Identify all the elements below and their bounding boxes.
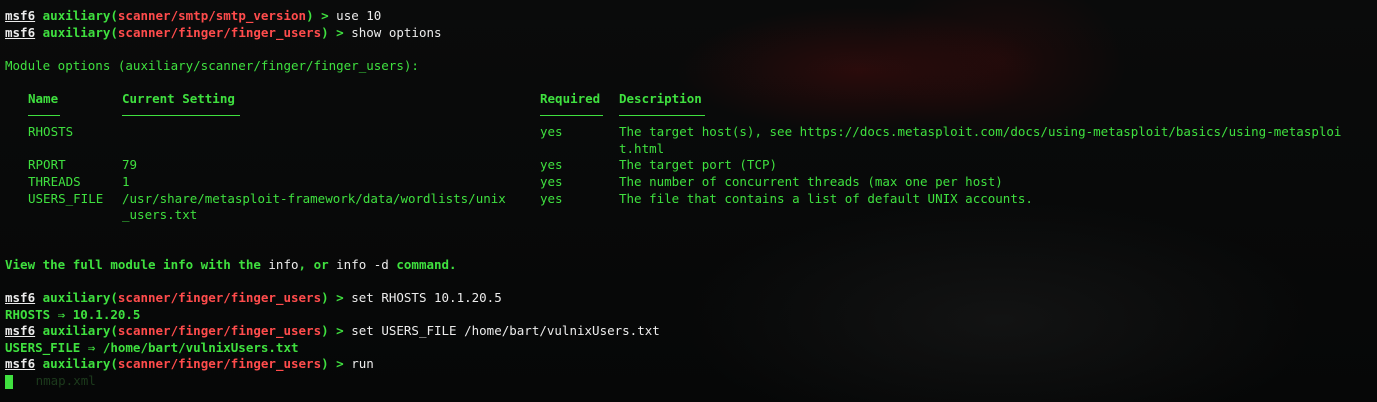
command-text: set USERS_FILE /home/bart/vulnixUsers.tx… [351,323,660,339]
output-line: USERS_FILE ⇒ /home/bart/vulnixUsers.txt [5,339,299,355]
option-setting [122,124,540,141]
table-row: RHOSTS yes The target host(s), see https… [28,124,1341,141]
info-d-keyword: info -d [336,256,389,272]
cursor-line[interactable]: nmap.xml [5,373,1377,390]
info-keyword: info [268,256,299,272]
prompt-line: msf6 auxiliary(scanner/finger/finger_use… [5,24,442,40]
module-path: scanner/finger/finger_users [117,290,322,306]
option-required: yes [540,190,563,206]
option-description: The target port (TCP) [619,157,778,173]
prompt-line: msf6 auxiliary(scanner/finger/finger_use… [5,323,660,339]
option-setting: /usr/share/metasploit-framework/data/wor… [122,190,506,206]
col-description-header: Description [619,90,702,106]
module-options-heading: Module options (auxiliary/scanner/finger… [5,57,419,73]
table-row: THREADS 1 yes The number of concurrent t… [28,174,1341,191]
command-text: run [351,356,374,372]
command-text: set RHOSTS 10.1.20.5 [351,290,502,306]
option-required: yes [540,157,563,173]
col-setting-header: Current Setting [122,90,235,106]
option-description-cont: t.html [619,140,665,156]
command-text: show options [351,24,442,40]
terminal-cursor[interactable] [5,374,13,389]
table-row-continuation: _users.txt [28,207,1341,224]
option-description: The target host(s), see https://docs.met… [619,124,1342,140]
option-name: RHOSTS [28,124,74,140]
option-required: yes [540,173,563,189]
prompt-line: msf6 auxiliary(scanner/finger/finger_use… [5,356,374,372]
option-setting: 79 [122,157,138,173]
option-name: RPORT [28,157,66,173]
prompt-line: msf6 auxiliary(scanner/smtp/smtp_version… [5,8,382,23]
option-setting-cont: _users.txt [122,207,198,223]
option-setting: 1 [122,173,130,189]
auxiliary-word: auxiliary [42,8,111,23]
options-table: Name Current Setting Required Descriptio… [28,91,1341,224]
module-path: scanner/finger/finger_users [117,24,322,40]
prompt-label: msf6 [5,8,36,23]
prompt-label: msf6 [5,24,36,40]
option-name: THREADS [28,173,81,189]
prompt-line: msf6 auxiliary(scanner/finger/finger_use… [5,290,502,306]
option-description: The file that contains a list of default… [619,190,1033,206]
option-required: yes [540,124,563,140]
output-line: RHOSTS ⇒ 10.1.20.5 [5,306,141,322]
options-underline-row [28,108,1341,125]
table-row: RPORT 79 yes The target port (TCP) [28,157,1341,174]
module-path: scanner/finger/finger_users [117,323,322,339]
terminal-output: msf6 auxiliary(scanner/smtp/smtp_version… [5,8,1377,390]
option-name: USERS_FILE [28,190,104,206]
option-description: The number of concurrent threads (max on… [619,173,1003,189]
options-header-row: Name Current Setting Required Descriptio… [28,91,1341,108]
background-filename: nmap.xml [35,373,96,389]
table-row-continuation: t.html [28,141,1341,158]
info-hint-line: View the full module info with the info,… [5,256,457,272]
table-row: USERS_FILE /usr/share/metasploit-framewo… [28,191,1341,208]
module-path: scanner/smtp/smtp_version [117,8,307,23]
col-required-header: Required [540,90,601,106]
col-name-header: Name [28,90,59,106]
command-text: use 10 [336,8,382,23]
module-path: scanner/finger/finger_users [117,356,322,372]
